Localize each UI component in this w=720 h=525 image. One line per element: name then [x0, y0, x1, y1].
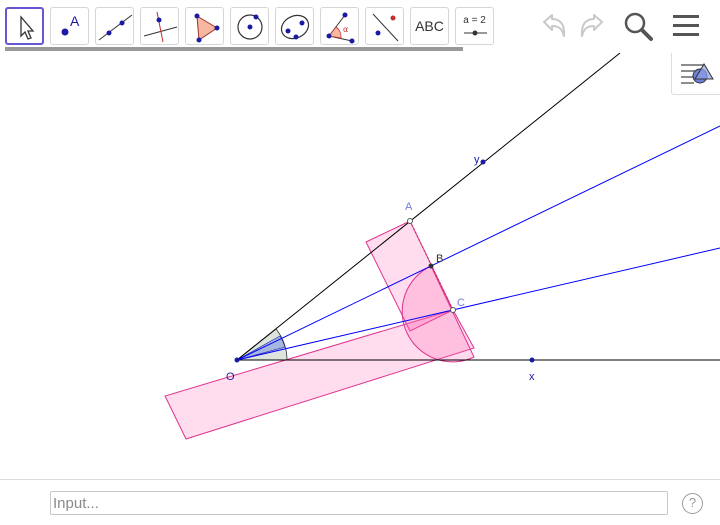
reflect-icon [372, 13, 399, 42]
point-b[interactable] [428, 263, 434, 269]
label-o: O [226, 371, 235, 383]
tool-point-label: A [70, 13, 80, 29]
circle-icon [237, 14, 263, 40]
tool-angle-label: α [343, 25, 348, 34]
conic-icon [280, 14, 310, 40]
help-icon: ? [688, 495, 697, 510]
redo-icon [580, 14, 603, 37]
label-a: A [405, 201, 413, 213]
label-c: C [457, 297, 465, 309]
move-arrow-icon [20, 15, 35, 40]
line-icon [98, 14, 133, 41]
point-icon: A [61, 13, 80, 36]
hamburger-menu-icon [673, 15, 699, 36]
tool-polygon[interactable] [185, 7, 224, 45]
angle-icon: α [326, 12, 355, 44]
ray-oc[interactable] [236, 247, 720, 361]
tool-angle[interactable]: α [320, 7, 359, 45]
menu-button[interactable] [671, 10, 703, 47]
toolbar: A α ABC a = 2 [0, 0, 720, 53]
geometry-canvas[interactable]: O x y A B C [0, 52, 720, 479]
input-field[interactable]: Input... [50, 491, 668, 515]
point-x[interactable] [529, 357, 535, 363]
tool-circle[interactable] [230, 7, 269, 45]
label-y: y [474, 154, 480, 166]
tool-reflect[interactable] [365, 7, 404, 45]
input-placeholder: Input... [53, 495, 99, 512]
tool-slider[interactable]: a = 2 [455, 7, 494, 45]
input-bar: Input... ? [0, 479, 720, 525]
search-icon [624, 12, 653, 41]
style-bar-toggle[interactable] [671, 53, 720, 95]
slider-icon [464, 30, 487, 36]
perpendicular-line-icon [143, 11, 178, 43]
point-a[interactable] [407, 218, 413, 224]
tool-move[interactable] [5, 7, 44, 45]
tool-text[interactable]: ABC [410, 7, 449, 45]
graphics-view[interactable]: O x y A B C [0, 52, 720, 479]
tool-point[interactable]: A [50, 7, 89, 45]
tool-text-label: ABC [415, 18, 444, 34]
polygon-icon [194, 13, 220, 43]
label-x: x [529, 371, 535, 383]
style-bar-icon [681, 63, 714, 84]
help-button[interactable]: ? [682, 493, 703, 514]
label-b: B [436, 253, 443, 265]
point-c[interactable] [450, 307, 456, 313]
tool-perpendicular[interactable] [140, 7, 179, 45]
tool-conic[interactable] [275, 7, 314, 45]
toolbar-scroll-indicator [5, 47, 463, 51]
tool-line[interactable] [95, 7, 134, 45]
redo-button[interactable] [576, 10, 608, 47]
point-y[interactable] [480, 159, 486, 165]
point-o[interactable] [234, 357, 240, 363]
undo-icon [543, 14, 566, 37]
search-button[interactable] [622, 10, 654, 47]
undo-button[interactable] [538, 10, 570, 47]
